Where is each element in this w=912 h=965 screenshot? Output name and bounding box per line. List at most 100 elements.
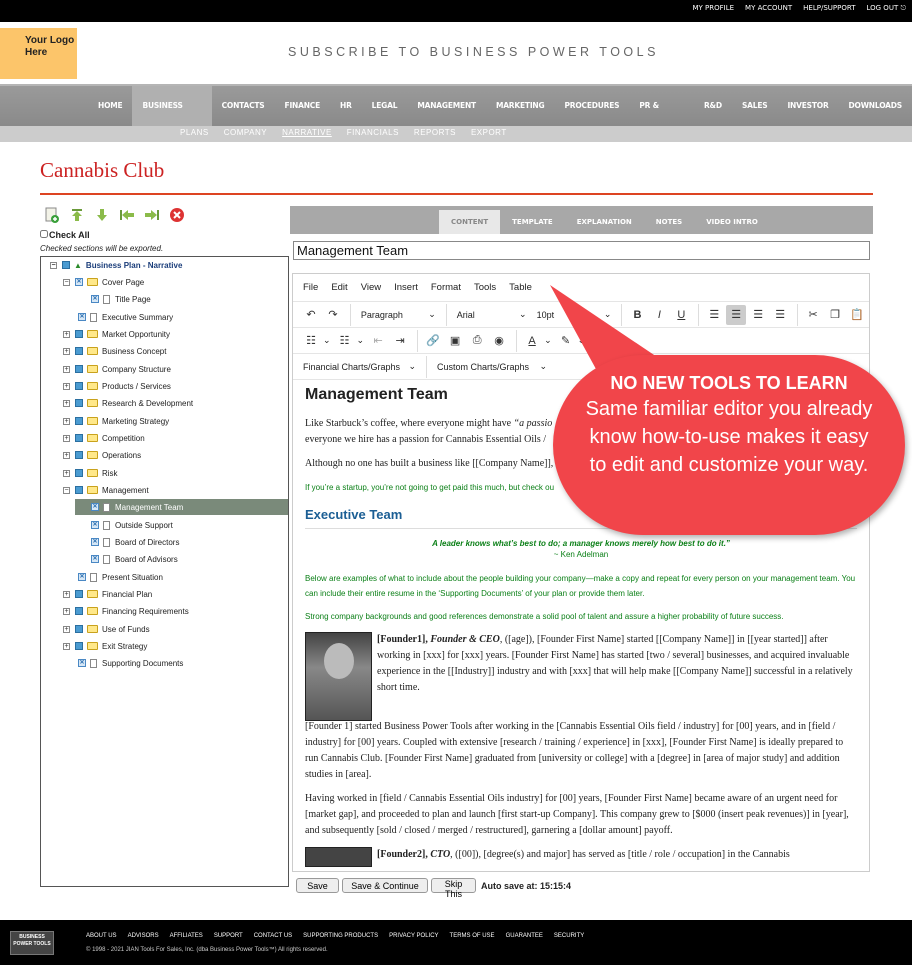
move-right-icon[interactable]	[144, 207, 160, 223]
help-support-link[interactable]: HELP/SUPPORT	[803, 4, 855, 13]
subnav-export[interactable]: EXPORT	[471, 128, 507, 137]
indent-icon[interactable]: ⇥	[390, 331, 410, 351]
nav-marketing[interactable]: MARKETING	[486, 86, 555, 126]
tree-item[interactable]: ✕ Board of Advisors	[91, 551, 178, 567]
footer-link[interactable]: SUPPORT	[214, 933, 243, 939]
align-center-icon[interactable]: ☰	[726, 304, 747, 325]
move-top-icon[interactable]	[69, 207, 85, 223]
tree-item[interactable]: ✕ Outside Support	[91, 517, 173, 533]
tree-item[interactable]: + Company Structure	[63, 361, 171, 377]
tree-item[interactable]: + Market Opportunity	[63, 326, 170, 342]
nav-sales[interactable]: SALES	[732, 86, 778, 126]
check-all[interactable]: Check All	[40, 230, 90, 240]
menu-file[interactable]: File	[303, 282, 318, 293]
tree-root[interactable]: − ▲ Business Plan - Narrative	[50, 257, 182, 273]
nav-legal[interactable]: LEGAL	[362, 86, 408, 126]
subnav-plans[interactable]: PLANS	[180, 128, 209, 137]
block-format-select[interactable]: Paragraph ⌄	[356, 304, 441, 326]
nav-management[interactable]: MANAGEMENT	[407, 86, 486, 126]
tree-item[interactable]: + Financial Plan	[63, 586, 152, 602]
tree-item[interactable]: ✕ Executive Summary	[78, 309, 173, 325]
skip-button[interactable]: Skip This	[431, 878, 476, 899]
tree-item[interactable]: + Risk	[63, 465, 118, 481]
tree-item[interactable]: ✕ Supporting Documents	[78, 655, 183, 671]
tree-item[interactable]: ✕ Board of Directors	[91, 534, 179, 550]
footer-link[interactable]: AFFILIATES	[170, 933, 203, 939]
outdent-icon[interactable]: ⇤	[368, 331, 388, 351]
tree-item[interactable]: ✕ Title Page	[91, 291, 151, 307]
section-title-input[interactable]: Management Team	[293, 241, 870, 260]
tree-item[interactable]: − ✕ Cover Page	[63, 274, 144, 290]
nav-finance[interactable]: FINANCE	[275, 86, 331, 126]
text-color-icon[interactable]: A	[522, 331, 542, 351]
financial-charts-menu[interactable]: Financial Charts/Graphs ⌄	[293, 356, 421, 378]
tree-item[interactable]: − Management	[63, 482, 149, 498]
menu-edit[interactable]: Edit	[331, 282, 347, 293]
subnav-financials[interactable]: FINANCIALS	[347, 128, 399, 137]
founder-photo[interactable]	[305, 847, 372, 867]
footer-link[interactable]: ABOUT US	[86, 933, 117, 939]
cut-icon[interactable]: ✂	[803, 305, 823, 325]
save-continue-button[interactable]: Save & Continue	[342, 878, 428, 893]
nav-hr[interactable]: HR	[330, 86, 362, 126]
font-select[interactable]: Arial ⌄	[452, 304, 532, 326]
footer-link[interactable]: PRIVACY POLICY	[389, 933, 438, 939]
nav-downloads[interactable]: DOWNLOADS	[839, 86, 912, 126]
subnav-company[interactable]: COMPANY	[224, 128, 267, 137]
footer-logo[interactable]: BUSINESS POWER TOOLS	[10, 931, 54, 955]
tree-item[interactable]: + Research & Development	[63, 395, 193, 411]
chevron-down-icon[interactable]: ⌄	[323, 335, 331, 346]
subnav-reports[interactable]: REPORTS	[414, 128, 456, 137]
tree-item[interactable]: + Products / Services	[63, 378, 171, 394]
footer-link[interactable]: TERMS OF USE	[450, 933, 495, 939]
logout-link[interactable]: LOG OUT ⎋	[867, 4, 907, 13]
check-all-checkbox[interactable]	[40, 230, 48, 238]
delete-icon[interactable]	[169, 207, 185, 223]
move-left-icon[interactable]	[119, 207, 135, 223]
undo-icon[interactable]: ↶	[301, 305, 321, 325]
nav-pr-media[interactable]: PR & MEDIA	[629, 86, 694, 150]
align-left-icon[interactable]: ☰	[704, 305, 724, 325]
nav-home[interactable]: HOME	[88, 86, 132, 126]
tree-item[interactable]: + Competition	[63, 430, 145, 446]
print-icon[interactable]: ⎙	[467, 331, 487, 351]
bullet-list-icon[interactable]: ☷	[301, 331, 321, 351]
link-icon[interactable]: 🔗	[423, 331, 443, 351]
tree-item[interactable]: + Business Concept	[63, 343, 166, 359]
numbered-list-icon[interactable]: ☷	[335, 331, 355, 351]
tree-item[interactable]: + Operations	[63, 447, 141, 463]
nav-procedures[interactable]: PROCEDURES	[554, 86, 629, 126]
tab-video-intro[interactable]: VIDEO INTRO	[694, 210, 770, 234]
tab-explanation[interactable]: EXPLANATION	[565, 210, 644, 234]
menu-tools[interactable]: Tools	[474, 282, 496, 293]
subnav-narrative[interactable]: NARRATIVE	[282, 128, 332, 137]
nav-contacts[interactable]: CONTACTS	[212, 86, 275, 126]
nav-investor[interactable]: INVESTOR	[777, 86, 838, 126]
redo-icon[interactable]: ↷	[323, 305, 343, 325]
menu-format[interactable]: Format	[431, 282, 461, 293]
tab-content[interactable]: CONTENT	[439, 210, 501, 234]
my-profile-link[interactable]: MY PROFILE	[692, 4, 734, 13]
nav-business-plan[interactable]: BUSINESS PLAN	[132, 86, 212, 150]
my-account-link[interactable]: MY ACCOUNT	[745, 4, 792, 13]
align-right-icon[interactable]: ☰	[748, 305, 768, 325]
justify-icon[interactable]: ☰	[770, 305, 790, 325]
add-section-icon[interactable]	[44, 207, 60, 223]
footer-link[interactable]: GUARANTEE	[506, 933, 543, 939]
menu-view[interactable]: View	[361, 282, 381, 293]
paste-icon[interactable]: 📋	[847, 305, 867, 325]
tree-item[interactable]: + Exit Strategy	[63, 638, 147, 654]
save-button[interactable]: Save	[296, 878, 339, 893]
move-down-icon[interactable]	[94, 207, 110, 223]
menu-insert[interactable]: Insert	[394, 282, 418, 293]
nav-rd[interactable]: R&D	[694, 86, 732, 126]
tree-item[interactable]: + Use of Funds	[63, 621, 150, 637]
tree-item[interactable]: + Marketing Strategy	[63, 413, 169, 429]
menu-table[interactable]: Table	[509, 282, 532, 293]
tree-item[interactable]: + Financing Requirements	[63, 603, 189, 619]
tree-item[interactable]: ✕ Present Situation	[78, 569, 163, 585]
footer-link[interactable]: CONTACT US	[254, 933, 292, 939]
preview-icon[interactable]: ◉	[489, 331, 509, 351]
tab-notes[interactable]: NOTES	[644, 210, 694, 234]
footer-link[interactable]: SECURITY	[554, 933, 584, 939]
